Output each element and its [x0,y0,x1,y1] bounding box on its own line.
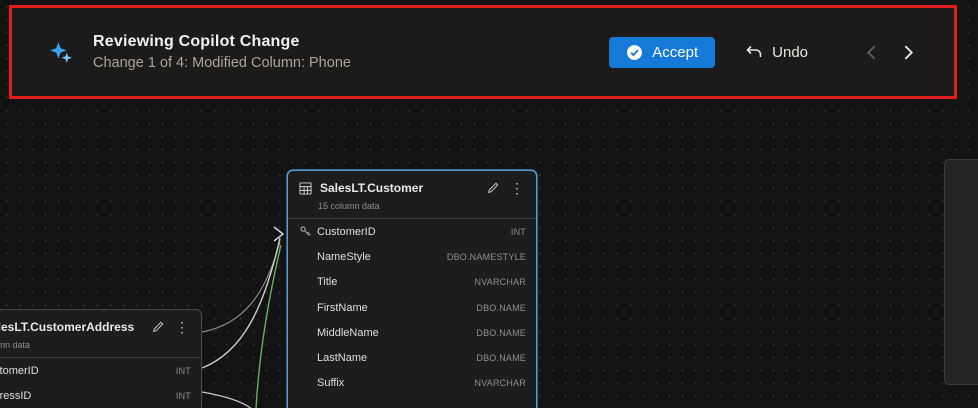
column-name: Title [317,276,337,288]
column-name: CustomerID [317,226,376,238]
undo-arrow-icon [745,44,763,60]
column-row-addressid[interactable]: AddressID INT [0,383,201,408]
column-type: NVARCHAR [475,378,526,388]
column-row-middlename[interactable]: MiddleName DBO.NAME [288,320,536,345]
column-name: MiddleName [317,327,379,339]
key-slot-spacer [299,275,317,289]
banner-text: Reviewing Copilot Change Change 1 of 4: … [93,33,351,71]
banner-subtitle: Change 1 of 4: Modified Column: Phone [93,55,351,71]
diagram-canvas[interactable]: Reviewing Copilot Change Change 1 of 4: … [0,0,978,408]
column-type: INT [176,391,191,401]
key-slot-spacer [299,326,317,340]
primary-key-icon [299,225,317,239]
table-title: SalesLT.Customer [320,181,478,195]
key-slot-spacer [299,301,317,315]
column-type: INT [176,366,191,376]
copilot-review-banner: Reviewing Copilot Change Change 1 of 4: … [12,8,954,96]
column-name: LastName [317,352,367,364]
column-row-namestyle[interactable]: NameStyle DBO.NAMESTYLE [288,244,536,269]
column-type: INT [511,227,526,237]
chevron-right-icon[interactable] [903,44,914,61]
column-count-label: column data [0,338,201,358]
column-name: FirstName [317,302,368,314]
column-type: DBO.NAMESTYLE [447,252,526,262]
undo-label: Undo [772,44,808,61]
column-row-customerid[interactable]: CustomerID INT [288,219,536,244]
key-slot-spacer [299,250,317,264]
column-type: DBO.NAME [476,303,526,313]
column-name: NameStyle [317,251,371,263]
column-row-suffix[interactable]: Suffix NVARCHAR [288,371,536,396]
more-options-icon[interactable]: ⋮ [508,181,526,195]
copilot-banner-highlight: Reviewing Copilot Change Change 1 of 4: … [9,5,957,99]
chevron-left-icon[interactable] [866,44,877,61]
edit-pencil-icon[interactable] [151,320,165,334]
check-circle-icon [626,44,643,61]
table-icon [299,182,312,195]
column-name: AddressID [0,390,31,402]
table-card-customer-address[interactable]: SalesLT.CustomerAddress ⋮ column data Cu… [0,309,202,408]
table-card-header: SalesLT.Customer ⋮ [288,171,536,199]
column-name: Suffix [317,377,344,389]
column-row-customerid[interactable]: CustomerID INT [0,358,201,383]
copilot-sparkle-icon [48,40,73,65]
column-row-lastname[interactable]: LastName DBO.NAME [288,345,536,370]
column-row-title[interactable]: Title NVARCHAR [288,270,536,295]
column-name: CustomerID [0,365,39,377]
table-title: SalesLT.CustomerAddress [0,320,143,334]
table-card-header: SalesLT.CustomerAddress ⋮ [0,310,201,338]
key-slot-spacer [299,376,317,390]
edit-pencil-icon[interactable] [486,181,500,195]
column-type: NVARCHAR [475,277,526,287]
column-type: DBO.NAME [476,328,526,338]
banner-title: Reviewing Copilot Change [93,33,351,51]
column-type: DBO.NAME [476,353,526,363]
key-slot-spacer [299,351,317,365]
column-count-label: 15 column data [288,199,536,219]
accept-label: Accept [652,44,698,61]
undo-button[interactable]: Undo [745,44,808,61]
table-card-customer[interactable]: SalesLT.Customer ⋮ 15 column data Custom… [287,170,537,408]
column-row-firstname[interactable]: FirstName DBO.NAME [288,295,536,320]
more-options-icon[interactable]: ⋮ [173,320,191,334]
table-card-partial-right[interactable] [944,159,978,385]
accept-button[interactable]: Accept [609,37,715,68]
edge-arrowhead [274,227,283,241]
